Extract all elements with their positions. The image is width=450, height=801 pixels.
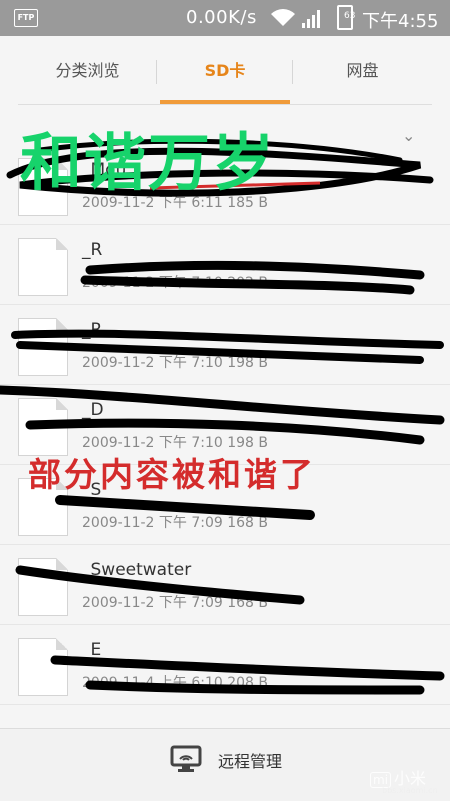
file-meta: 2009-11-2 下午 7:09 168 B — [82, 595, 269, 611]
monitor-icon[interactable] — [170, 745, 202, 773]
file-icon — [18, 318, 68, 376]
list-item[interactable]: _R 2009-11-2 下午 7:10 198 B — [0, 306, 450, 385]
tab-divider — [292, 60, 293, 84]
caption-mid: 部分内容被和谐了 — [28, 455, 316, 494]
battery-level: 63 — [344, 11, 356, 21]
caption-top: 和谐万岁 — [20, 126, 277, 199]
list-item[interactable]: _Sweetwater 2009-11-2 下午 7:09 168 B — [0, 546, 450, 625]
file-name: _R — [82, 240, 103, 260]
tab-divider — [156, 60, 157, 84]
file-icon — [18, 238, 68, 296]
file-name: _D — [82, 400, 104, 420]
list-item[interactable]: _E 2009-11-4 上午 6:10 208 B — [0, 626, 450, 705]
tab-bar: 分类浏览 SD卡 网盘 — [0, 36, 450, 106]
ftp-icon: FTP — [14, 9, 38, 27]
tab-category[interactable]: 分类浏览 — [20, 36, 155, 106]
file-name: _E — [82, 640, 102, 660]
file-name: _R — [82, 320, 103, 340]
file-meta: 2009-11-4 上午 6:10 208 B — [82, 675, 269, 691]
signal-icon — [302, 10, 320, 28]
clock: 下午4:55 — [362, 11, 439, 32]
list-item[interactable]: _R 2009-11-2 下午 7:10 202 B — [0, 226, 450, 305]
divider — [18, 104, 432, 105]
file-meta: 2009-11-2 下午 7:10 202 B — [82, 275, 269, 291]
file-meta: 2009-11-2 下午 7:10 198 B — [82, 355, 269, 371]
tab-netdisk[interactable]: 网盘 — [295, 36, 430, 106]
file-name: _Sweetwater — [82, 560, 192, 580]
watermark-url: bbs.xiaomi.cn — [382, 786, 438, 795]
tab-sdcard[interactable]: SD卡 — [160, 36, 290, 106]
wifi-icon — [271, 9, 295, 26]
status-bar: FTP 0.00K/s 63 下午4:55 — [0, 0, 450, 36]
file-meta: 2009-11-2 下午 7:09 168 B — [82, 515, 269, 531]
file-icon — [18, 638, 68, 696]
network-speed: 0.00K/s — [186, 7, 257, 28]
chevron-down-icon[interactable]: ⌄ — [402, 126, 415, 145]
remote-manage-button[interactable]: 远程管理 — [218, 748, 282, 772]
file-icon — [18, 558, 68, 616]
